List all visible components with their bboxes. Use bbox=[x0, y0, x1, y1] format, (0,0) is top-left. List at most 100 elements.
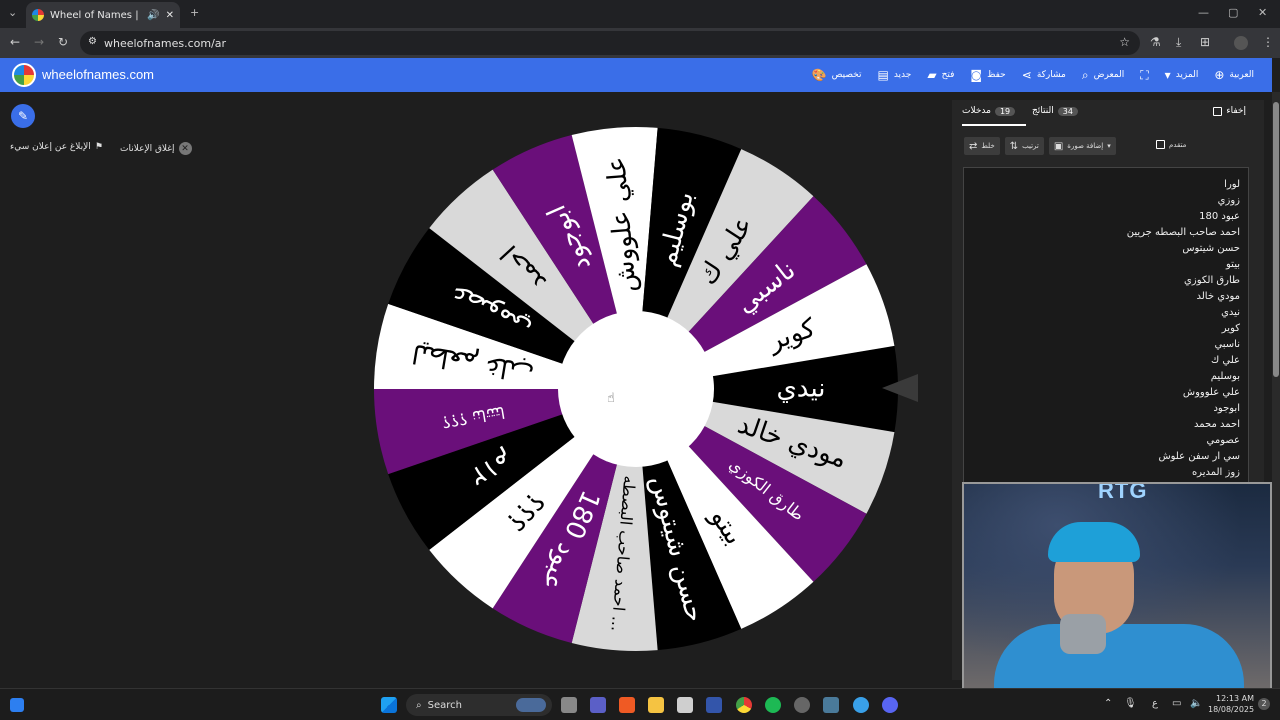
close-ads-label: إغلاق الإعلانات bbox=[120, 143, 175, 154]
spin-wheel[interactable]: نيديمودي خالدطارق الكوزيبيتوحسن شيتوساحم… bbox=[372, 125, 900, 653]
tab-entries[interactable]: مدخلات 19 bbox=[962, 106, 1016, 116]
entries-count-badge: 19 bbox=[994, 106, 1016, 116]
taskbar-clock[interactable]: 12:13 AM 18/08/2025 bbox=[1208, 693, 1254, 715]
close-window-button[interactable]: ✕ bbox=[1258, 6, 1267, 19]
brave-icon[interactable] bbox=[619, 697, 635, 713]
shuffle-button[interactable]: ⇄ خلط bbox=[964, 137, 1000, 155]
volume-icon[interactable]: 🔈 bbox=[1190, 698, 1202, 709]
sort-icon: ⇅ bbox=[1009, 140, 1019, 152]
menu-item-label: المعرض bbox=[1093, 70, 1125, 80]
app-header: wheelofnames.com 🎨 تخصيص ▤ جديد ▰ فتح ◙ حفظ ⋖ مشا… bbox=[0, 58, 1272, 92]
hide-toggle[interactable]: إخفاء bbox=[1213, 106, 1246, 116]
download-icon[interactable]: ⤓ bbox=[1176, 35, 1181, 50]
entry-line: زوزي bbox=[1217, 195, 1240, 206]
discord-icon[interactable] bbox=[882, 697, 898, 713]
browser-tabbar: ⌄ Wheel of Names | العشوائي 🔊 ✕ + — ▢ ✕ bbox=[0, 0, 1280, 28]
sort-label: ترتيب bbox=[1022, 142, 1039, 150]
site-info-icon[interactable]: ⚙ bbox=[88, 36, 97, 47]
maximize-button[interactable]: ▢ bbox=[1228, 6, 1238, 19]
url-field[interactable]: ⚙ wheelofnames.com/ar ☆ bbox=[80, 31, 1140, 55]
wheel-logo-icon[interactable] bbox=[12, 63, 36, 87]
brand-title[interactable]: wheelofnames.com bbox=[42, 67, 154, 82]
menu-item-label: المزيد bbox=[1175, 70, 1199, 80]
tab-results-label: النتائج bbox=[1032, 106, 1054, 116]
save-icon: ◙ bbox=[970, 68, 983, 82]
entry-line: علي علوووش bbox=[1182, 387, 1240, 398]
file-explorer-icon[interactable] bbox=[648, 697, 664, 713]
speaker-icon[interactable]: 🔊 bbox=[147, 10, 159, 21]
menu-item-4[interactable]: ⋖ مشاركة bbox=[1022, 68, 1066, 82]
bookmark-star-icon[interactable]: ☆ bbox=[1119, 35, 1130, 49]
entries-toolbar: ⇄ خلط ⇅ ترتيب ▣ إضافة صورة ▾ bbox=[964, 137, 1116, 155]
file-icon: ▤ bbox=[877, 68, 889, 82]
browser-menu-icon[interactable]: ⋮ bbox=[1262, 35, 1274, 49]
taskbar-search-label: Search bbox=[427, 699, 462, 711]
menu-item-7[interactable]: ▾ المزيد bbox=[1165, 68, 1199, 82]
minimize-button[interactable]: — bbox=[1198, 6, 1209, 19]
page-scrollbar[interactable] bbox=[1272, 92, 1280, 688]
menu-item-5[interactable]: ⌕ المعرض bbox=[1082, 68, 1124, 83]
tab-results[interactable]: النتائج 34 bbox=[1032, 106, 1078, 116]
menu-item-6[interactable]: ⛶ bbox=[1140, 68, 1148, 83]
tray-expand-icon[interactable]: ⌃ bbox=[1104, 698, 1112, 709]
hide-checkbox[interactable] bbox=[1213, 106, 1223, 116]
reload-icon[interactable]: ↻ bbox=[58, 35, 68, 49]
notification-badge[interactable]: 2 bbox=[1258, 698, 1270, 710]
tab-close-icon[interactable]: ✕ bbox=[166, 10, 174, 21]
app-icon[interactable] bbox=[853, 697, 869, 713]
browser-tab[interactable]: Wheel of Names | العشوائي 🔊 ✕ bbox=[26, 2, 180, 28]
language-indicator[interactable]: ع bbox=[1152, 698, 1158, 709]
chrome-icon[interactable] bbox=[736, 697, 752, 713]
streamer-hair bbox=[1048, 522, 1140, 562]
add-image-button[interactable]: ▣ إضافة صورة ▾ bbox=[1048, 137, 1116, 155]
close-ads-link[interactable]: إغلاق الإعلانات ✕ bbox=[120, 142, 192, 155]
scrollbar-thumb[interactable] bbox=[1273, 102, 1279, 377]
windows-taskbar: ⌕ Search ⌃ 🎙 ع ▭ 🔈 12:13 AM 18/08/2025 2 bbox=[0, 688, 1280, 720]
extension-icon[interactable]: ⚗ bbox=[1150, 35, 1161, 49]
menu-item-label: العربية bbox=[1229, 70, 1254, 80]
network-icon[interactable]: ▭ bbox=[1172, 698, 1181, 709]
forward-icon[interactable]: → bbox=[34, 35, 44, 49]
panel-tabs: مدخلات 19 النتائج 34 bbox=[962, 106, 1252, 126]
menu-item-3[interactable]: ◙ حفظ bbox=[970, 68, 1005, 82]
entry-line: بوسليم bbox=[1210, 371, 1240, 382]
share-icon: ⋖ bbox=[1021, 68, 1032, 82]
report-ad-link[interactable]: الإبلاغ عن إعلان سيء ⚑ bbox=[10, 142, 103, 152]
mic-tray-icon[interactable]: 🎙 bbox=[1124, 698, 1137, 709]
flag-icon: ⚑ bbox=[94, 142, 103, 152]
back-icon[interactable]: ← bbox=[10, 35, 20, 49]
menu-item-1[interactable]: ▤ جديد bbox=[877, 68, 911, 82]
store-icon[interactable] bbox=[677, 697, 693, 713]
streamer-body bbox=[994, 624, 1244, 688]
entry-line: نيدي bbox=[1221, 307, 1240, 318]
windows-widget-icon[interactable] bbox=[10, 698, 24, 712]
new-tab-button[interactable]: + bbox=[190, 6, 199, 19]
taskbar-search[interactable]: ⌕ Search bbox=[406, 694, 552, 716]
teams-icon[interactable] bbox=[590, 697, 606, 713]
menu-item-8[interactable]: ⊕ العربية bbox=[1214, 68, 1254, 82]
start-icon[interactable] bbox=[381, 697, 397, 713]
tab-list-icon[interactable]: ⌄ bbox=[8, 6, 17, 19]
settings-gear-icon[interactable] bbox=[794, 697, 810, 713]
search-icon: ⌕ bbox=[416, 699, 422, 711]
menu-item-0[interactable]: 🎨 تخصيص bbox=[812, 68, 862, 82]
edit-pencil-button[interactable]: ✎ bbox=[11, 104, 35, 128]
advanced-label: متقدم bbox=[1169, 140, 1187, 149]
menu-item-2[interactable]: ▰ فتح bbox=[927, 68, 954, 82]
photos-icon[interactable] bbox=[823, 697, 839, 713]
task-view-icon[interactable] bbox=[561, 697, 577, 713]
wheel-hub[interactable] bbox=[558, 311, 714, 467]
globe-icon: ⊕ bbox=[1214, 68, 1225, 82]
entries-textarea[interactable]: لورا زوزي عبود 180 احمد صاحب البصطه جريين حس… bbox=[963, 167, 1249, 483]
advanced-toggle[interactable]: متقدم bbox=[1156, 140, 1186, 149]
palette-icon: 🎨 bbox=[811, 68, 827, 82]
pencil-icon: ✎ bbox=[17, 109, 29, 123]
spotify-icon[interactable] bbox=[765, 697, 781, 713]
translate-icon[interactable]: ⊞ bbox=[1200, 35, 1210, 49]
security-icon[interactable] bbox=[706, 697, 722, 713]
entry-line: ناسبي bbox=[1214, 339, 1240, 350]
clock-date: 18/08/2025 bbox=[1208, 705, 1255, 714]
profile-avatar[interactable] bbox=[1234, 36, 1248, 50]
sort-button[interactable]: ⇅ ترتيب bbox=[1004, 137, 1044, 155]
advanced-checkbox[interactable] bbox=[1156, 140, 1165, 149]
